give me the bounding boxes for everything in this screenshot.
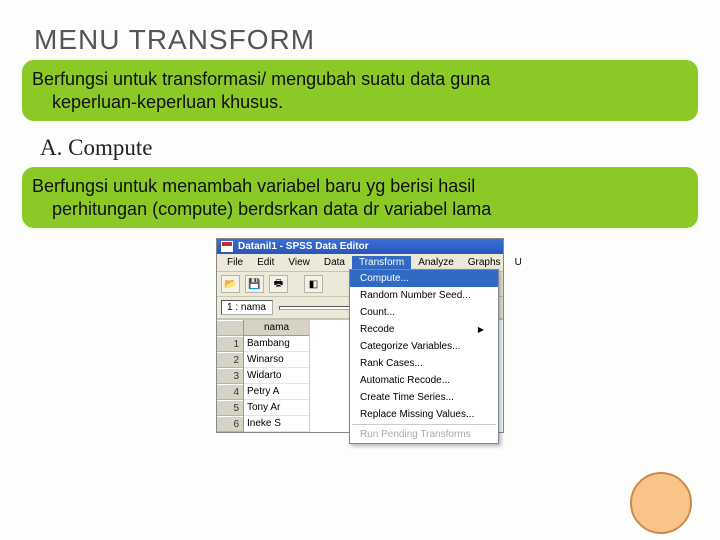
titlebar: Datanil1 - SPSS Data Editor	[217, 239, 503, 254]
menu-item[interactable]: Recode ▶	[350, 321, 498, 338]
menu-item-data[interactable]: Data	[317, 256, 352, 269]
subheading-compute: A. Compute	[0, 121, 720, 167]
description-box-1: Berfungsi untuk transformasi/ mengubah s…	[22, 60, 698, 121]
menu-item[interactable]: Random Number Seed...	[350, 287, 498, 304]
menu-item-label: Rank Cases...	[360, 358, 423, 369]
print-icon[interactable]: 🖶	[269, 275, 288, 293]
spss-window: Datanil1 - SPSS Data Editor FileEditView…	[216, 238, 504, 433]
toolbar-separator	[293, 275, 299, 293]
menu-item-label: Compute...	[360, 273, 409, 284]
row-header[interactable]: 6	[217, 416, 243, 432]
data-cell[interactable]: Bambang	[244, 336, 309, 352]
menu-item-label: Random Number Seed...	[360, 290, 471, 301]
menu-item[interactable]: Compute...	[350, 270, 498, 287]
cell-reference-label: 1 : nama	[221, 300, 273, 315]
row-header[interactable]: 3	[217, 368, 243, 384]
decorative-circle	[630, 472, 692, 534]
column-header[interactable]: nama	[244, 320, 309, 336]
menu-item[interactable]: Count...	[350, 304, 498, 321]
open-icon[interactable]: 📂	[221, 275, 240, 293]
menu-item-u[interactable]: U	[508, 256, 529, 269]
menu-item[interactable]: Automatic Recode...	[350, 372, 498, 389]
save-icon[interactable]: 💾	[245, 275, 264, 293]
corner-cell	[217, 320, 243, 336]
data-cell[interactable]: Tony Ar	[244, 400, 309, 416]
menu-item[interactable]: Rank Cases...	[350, 355, 498, 372]
data-cell[interactable]: Widarto	[244, 368, 309, 384]
menu-item-label: Categorize Variables...	[360, 341, 460, 352]
row-header[interactable]: 1	[217, 336, 243, 352]
menu-item-label: Run Pending Transforms	[360, 429, 471, 440]
row-header[interactable]: 5	[217, 400, 243, 416]
data-cell[interactable]: Winarso	[244, 352, 309, 368]
app-icon	[221, 241, 233, 252]
menu-item[interactable]: Categorize Variables...	[350, 338, 498, 355]
menu-item-label: Recode	[360, 324, 394, 335]
menu-item: Run Pending Transforms	[350, 426, 498, 443]
menu-item[interactable]: Create Time Series...	[350, 389, 498, 406]
menu-item-view[interactable]: View	[281, 256, 317, 269]
dialog-recall-icon[interactable]: ◧	[304, 275, 323, 293]
data-column-nama: nama BambangWinarsoWidartoPetry ATony Ar…	[244, 320, 310, 432]
menu-item-label: Replace Missing Values...	[360, 409, 474, 420]
menu-item-label: Count...	[360, 307, 395, 318]
menu-item-graphs[interactable]: Graphs	[461, 256, 508, 269]
desc-text: perhitungan (compute) berdsrkan data dr …	[32, 198, 688, 221]
desc-text: Berfungsi untuk transformasi/ mengubah s…	[32, 68, 688, 91]
menu-item[interactable]: Replace Missing Values...	[350, 406, 498, 423]
data-cell[interactable]: Ineke S	[244, 416, 309, 432]
desc-text: Berfungsi untuk menambah variabel baru y…	[32, 175, 688, 198]
row-header[interactable]: 2	[217, 352, 243, 368]
row-header[interactable]: 4	[217, 384, 243, 400]
menu-item-label: Create Time Series...	[360, 392, 454, 403]
menu-item-label: Automatic Recode...	[360, 375, 450, 386]
data-cell[interactable]: Petry A	[244, 384, 309, 400]
submenu-arrow-icon: ▶	[478, 325, 484, 334]
window-title-text: Datanil1 - SPSS Data Editor	[238, 241, 369, 252]
page-title: MENU TRANSFORM	[0, 0, 720, 60]
menu-item-transform[interactable]: Transform	[352, 256, 411, 269]
row-header-column: 123456	[217, 320, 244, 432]
transform-menu-dropdown: Compute... Random Number Seed... Count... R…	[349, 269, 499, 444]
menu-item-file[interactable]: File	[220, 256, 250, 269]
menu-separator	[352, 424, 496, 425]
desc-text: keperluan-keperluan khusus.	[32, 91, 688, 114]
menu-item-analyze[interactable]: Analyze	[411, 256, 461, 269]
menu-item-edit[interactable]: Edit	[250, 256, 281, 269]
description-box-2: Berfungsi untuk menambah variabel baru y…	[22, 167, 698, 228]
